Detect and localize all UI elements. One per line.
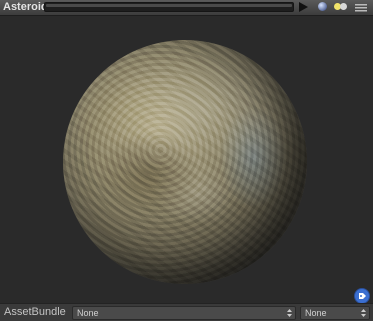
asteroid-preview[interactable] (63, 40, 307, 284)
asset-bundle-label: AssetBundle (4, 306, 66, 318)
sphere-icon[interactable] (318, 2, 327, 11)
time-scrubber[interactable] (44, 2, 294, 12)
window-title: Asteroid (3, 1, 48, 13)
scrubber-track (46, 4, 292, 7)
variant-value: None (305, 308, 327, 318)
play-icon[interactable] (296, 1, 310, 13)
light-2-icon (340, 3, 347, 10)
preview-header: Asteroid (0, 0, 373, 16)
options-icon[interactable] (353, 1, 369, 13)
variant-dropdown[interactable]: None (300, 306, 370, 320)
asset-bundle-dropdown[interactable]: None (72, 306, 296, 320)
dropdown-arrow-icon (287, 309, 292, 317)
dropdown-arrow-icon (361, 309, 366, 317)
asset-bundle-value: None (77, 308, 99, 318)
light-icon[interactable] (334, 3, 348, 11)
preview-viewport[interactable] (0, 16, 373, 303)
asset-label-icon[interactable] (354, 288, 370, 304)
asset-bundle-bar: AssetBundle None None (0, 303, 373, 321)
